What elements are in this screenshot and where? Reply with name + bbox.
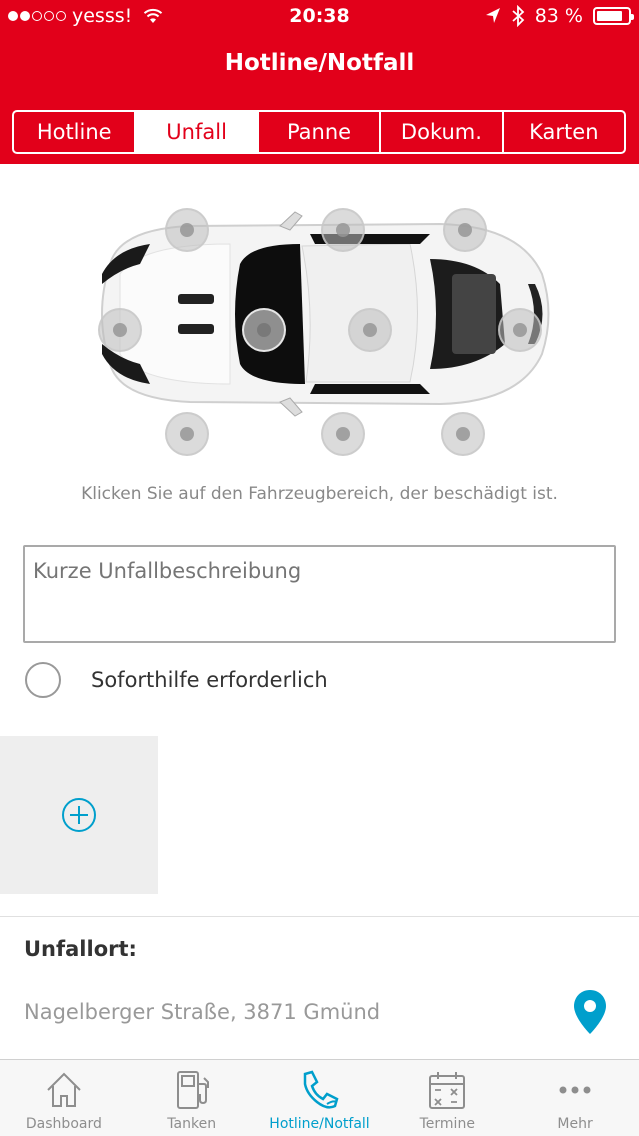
damage-spot-front-left[interactable] [165, 208, 209, 252]
damage-spot-roof[interactable] [348, 308, 392, 352]
more-icon [559, 1086, 591, 1094]
damage-spot-door-right[interactable] [321, 412, 365, 456]
tabbar-label: Dashboard [25, 1116, 102, 1132]
battery-icon [593, 7, 634, 25]
tab-panne[interactable]: Panne [259, 112, 382, 152]
phone-icon [304, 1070, 339, 1109]
fuel-pump-icon [176, 1071, 209, 1109]
add-circle-icon [62, 798, 96, 832]
tabbar-termine[interactable]: Termine [383, 1060, 511, 1136]
house-icon [47, 1072, 81, 1107]
damage-spot-front-right[interactable] [165, 412, 209, 456]
damage-spot-front[interactable] [98, 308, 142, 352]
damage-spot-windshield[interactable] [242, 308, 286, 352]
tabbar-tanken[interactable]: Tanken [128, 1060, 256, 1136]
immediate-help-row[interactable]: Soforthilfe erforderlich [25, 660, 328, 700]
status-bar: yesss! 20:38 83 % [0, 0, 639, 34]
battery-percentage: 83 % [534, 5, 583, 27]
accident-description-field[interactable] [23, 545, 616, 643]
tabbar-label: Termine [419, 1116, 475, 1132]
location-label: Unfallort: [24, 937, 137, 961]
damage-spot-door-left[interactable] [321, 208, 365, 252]
damage-spot-rear-right[interactable] [441, 412, 485, 456]
damage-hint-text: Klicken Sie auf den Fahrzeugbereich, der… [81, 484, 558, 504]
app-header: yesss! 20:38 83 % Hotline/Notfall Hotlin… [0, 0, 639, 164]
page-title: Hotline/Notfall [224, 50, 415, 76]
tab-karten[interactable]: Karten [504, 112, 624, 152]
add-photo-button[interactable] [0, 736, 158, 894]
immediate-help-label: Soforthilfe erforderlich [91, 668, 328, 692]
map-pin-icon[interactable] [572, 988, 608, 1036]
calendar-icon [429, 1072, 466, 1109]
location-value[interactable]: Nagelberger Straße, 3871 Gmünd [24, 1000, 380, 1024]
tabbar-hotline-notfall[interactable]: Hotline/Notfall [256, 1060, 384, 1136]
damage-spot-rear[interactable] [498, 308, 542, 352]
section-divider [0, 916, 639, 917]
section-tabs: Hotline Unfall Panne Dokum. Karten [12, 110, 626, 154]
tabbar-mehr[interactable]: Mehr [511, 1060, 639, 1136]
status-bar-right: 83 % [485, 5, 634, 27]
battery-fill [597, 11, 622, 21]
tab-unfall[interactable]: Unfall [136, 112, 259, 152]
bottom-tab-bar: Dashboard Tanken Hotline/Notfall Termine [0, 1059, 639, 1136]
tabbar-dashboard[interactable]: Dashboard [0, 1060, 128, 1136]
tab-dokumente[interactable]: Dokum. [381, 112, 504, 152]
car-top-view-image [101, 211, 550, 417]
bluetooth-icon [512, 5, 525, 27]
damage-selector [0, 164, 639, 474]
location-arrow-icon [485, 8, 500, 23]
tabbar-label: Mehr [557, 1116, 593, 1132]
damage-spot-rear-left[interactable] [443, 208, 487, 252]
immediate-help-checkbox[interactable] [25, 662, 61, 698]
tabbar-label: Hotline/Notfall [269, 1116, 370, 1132]
tabbar-label: Tanken [167, 1116, 217, 1132]
tab-hotline[interactable]: Hotline [14, 112, 137, 152]
